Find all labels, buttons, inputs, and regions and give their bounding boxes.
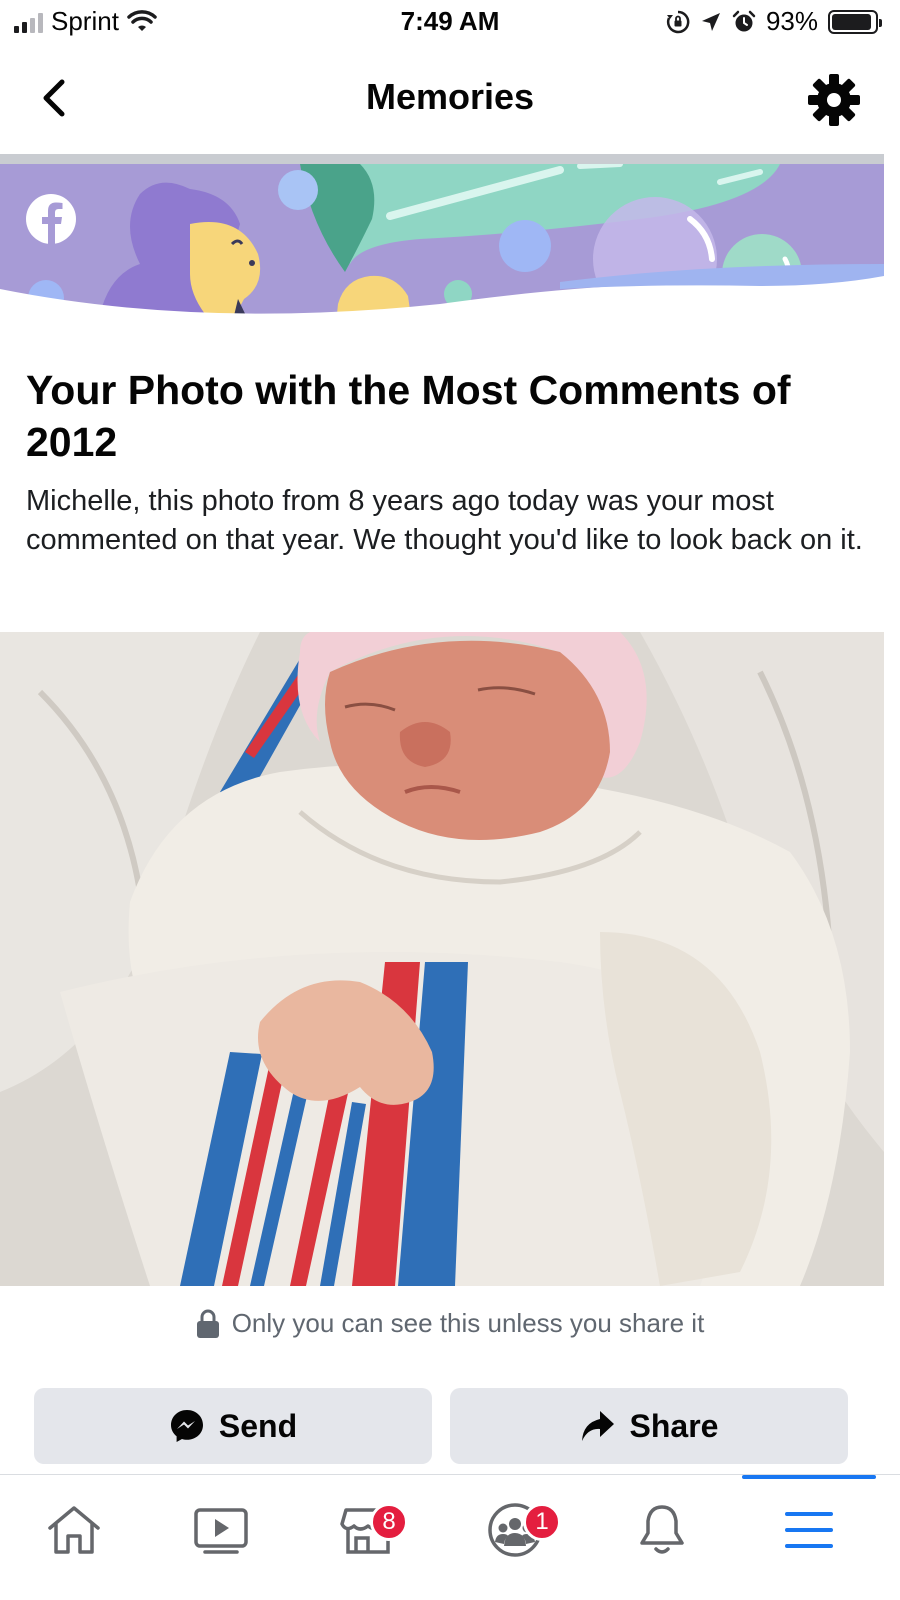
- status-bar: Sprint 7:49 AM 93%: [0, 0, 900, 46]
- privacy-note: Only you can see this unless you share i…: [0, 1308, 900, 1339]
- memories-banner: [0, 164, 884, 324]
- share-button[interactable]: Share: [450, 1388, 848, 1464]
- groups-badge: 1: [523, 1503, 561, 1541]
- gear-icon: [808, 74, 860, 126]
- tab-home[interactable]: [34, 1495, 114, 1565]
- privacy-note-text: Only you can see this unless you share i…: [231, 1308, 705, 1338]
- active-tab-indicator: [742, 1475, 876, 1479]
- status-right: 93%: [666, 6, 882, 37]
- battery-percent: 93%: [765, 6, 818, 36]
- orientation-lock-icon: [666, 10, 690, 33]
- send-label: Send: [218, 1407, 298, 1444]
- memory-description: Michelle, this photo from 8 years ago to…: [26, 485, 863, 556]
- tab-menu[interactable]: [769, 1495, 849, 1565]
- memory-title: Your Photo with the Most Comments of 201…: [26, 367, 791, 465]
- battery-fill: [832, 13, 872, 30]
- tab-marketplace[interactable]: 8: [328, 1495, 408, 1565]
- lock-icon: [196, 1309, 219, 1338]
- memory-photo[interactable]: [0, 632, 884, 1286]
- marketplace-badge: 8: [370, 1503, 408, 1541]
- share-arrow-icon: [581, 1411, 614, 1441]
- banner-illustration: [0, 164, 884, 324]
- battery-icon: [828, 9, 882, 34]
- messenger-icon: [170, 1410, 203, 1442]
- header-divider: [0, 154, 884, 164]
- bell-icon: [640, 1505, 684, 1554]
- video-icon: [194, 1508, 248, 1554]
- baby-photo-image: [0, 632, 884, 1286]
- app-header: Memories: [0, 46, 900, 154]
- share-label: Share: [629, 1407, 719, 1444]
- tab-notifications[interactable]: [622, 1495, 702, 1565]
- settings-button[interactable]: [804, 70, 864, 130]
- home-icon: [48, 1506, 100, 1554]
- tab-watch[interactable]: [181, 1495, 261, 1565]
- bottom-tab-bar: 8 1: [0, 1474, 900, 1600]
- send-button[interactable]: Send: [34, 1388, 432, 1464]
- menu-icon: [785, 1512, 833, 1548]
- page-title: Memories: [365, 76, 535, 117]
- tab-groups[interactable]: 1: [475, 1495, 561, 1565]
- location-icon: [701, 12, 720, 31]
- alarm-icon: [732, 10, 756, 31]
